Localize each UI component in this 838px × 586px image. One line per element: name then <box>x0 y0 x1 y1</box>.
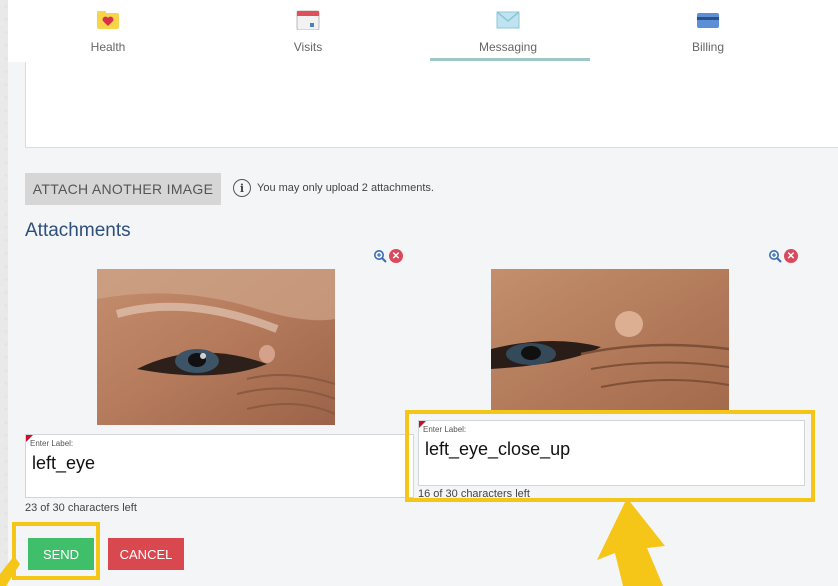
remove-attachment-icon[interactable]: ✕ <box>389 249 403 263</box>
send-button-highlight <box>12 522 100 580</box>
attachment-1-image <box>97 269 335 425</box>
attachments-heading: Attachments <box>25 220 131 241</box>
tab-billing[interactable]: Billing <box>608 0 808 62</box>
message-textarea[interactable] <box>25 62 838 148</box>
attachment-1-controls: ✕ <box>373 249 403 263</box>
tab-health[interactable]: Health <box>8 0 208 62</box>
cancel-button[interactable]: CANCEL <box>108 538 184 570</box>
nav-tabs: Health Visits Messaging Billing <box>8 0 838 62</box>
envelope-icon <box>496 11 520 29</box>
zoom-in-icon[interactable] <box>373 249 387 263</box>
tab-label: Messaging <box>478 40 538 54</box>
tab-messaging[interactable]: Messaging <box>408 0 608 62</box>
tab-visits[interactable]: Visits <box>208 0 408 62</box>
attach-another-image-button[interactable]: ATTACH ANOTHER IMAGE <box>25 173 221 205</box>
attachment-limit-text: You may only upload 2 attachments. <box>257 182 434 194</box>
pointer-arrow-icon <box>0 556 20 586</box>
attachment-2-image <box>491 269 729 411</box>
active-tab-indicator <box>430 58 590 61</box>
zoom-in-icon[interactable] <box>768 249 782 263</box>
attachment-limit-note: i You may only upload 2 attachments. <box>233 179 434 197</box>
label-field-highlight <box>405 410 815 502</box>
calendar-icon <box>296 10 320 30</box>
heart-folder-icon <box>97 11 119 29</box>
attachment-1-label-field[interactable]: Enter Label: left_eye <box>25 434 414 498</box>
credit-card-icon <box>697 13 719 28</box>
pointer-arrow-icon <box>597 498 665 586</box>
tab-label: Visits <box>293 40 323 54</box>
label-input-value[interactable]: left_eye <box>32 453 95 474</box>
tab-label: Health <box>90 40 126 54</box>
attachment-2-controls: ✕ <box>768 249 798 263</box>
tab-label: Billing <box>691 40 724 54</box>
characters-left: 23 of 30 characters left <box>25 502 137 514</box>
info-icon: i <box>233 179 251 197</box>
label-caption: Enter Label: <box>30 439 74 448</box>
remove-attachment-icon[interactable]: ✕ <box>784 249 798 263</box>
